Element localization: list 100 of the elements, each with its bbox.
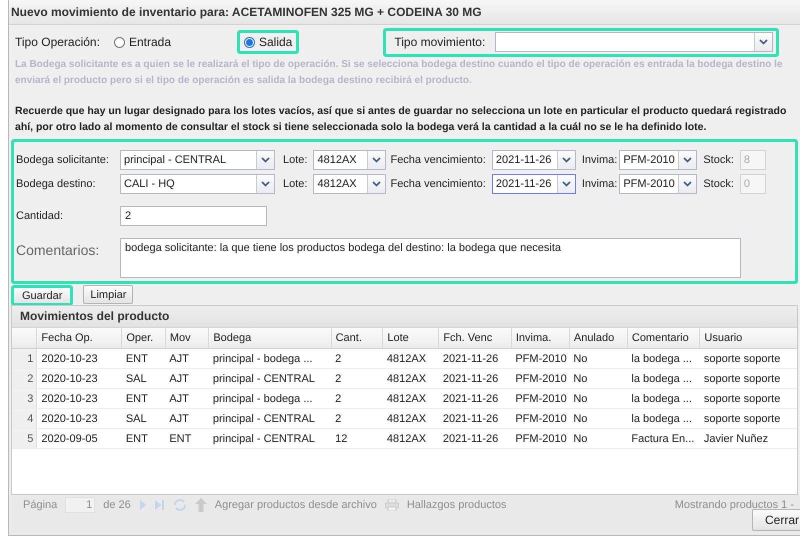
- dropdown-field[interactable]: 4812AX: [313, 174, 386, 194]
- chevron-down-icon: [683, 157, 692, 163]
- table-cell: Javier Nuñez: [700, 428, 797, 448]
- table-cell: 2: [331, 348, 383, 368]
- table-cell: AJT: [165, 408, 209, 428]
- table-cell: soporte soporte: [700, 408, 797, 428]
- table-cell: soporte soporte: [700, 388, 797, 408]
- dropdown-field[interactable]: 2021-11-26: [492, 174, 576, 194]
- row-number: 4: [12, 408, 37, 428]
- field-label: Bodega solicitante:: [16, 154, 110, 166]
- row-number: 2: [12, 368, 37, 388]
- chevron-down-icon: [562, 181, 571, 187]
- comments-field[interactable]: bodega solicitante: la que tiene los productos bodega del destino: la bodega que necesita: [120, 238, 741, 278]
- dropdown-field[interactable]: PFM-2010: [619, 150, 698, 170]
- field-label: Cantidad:: [16, 210, 64, 222]
- table-cell: principal - CENTRAL: [208, 408, 332, 428]
- table-cell: AJT: [165, 368, 209, 388]
- table-cell: SAL: [122, 368, 166, 388]
- table-cell: 4812AX: [382, 348, 439, 368]
- table-cell: principal - CENTRAL: [208, 428, 332, 448]
- table-cell: 2020-10-23: [36, 408, 122, 428]
- table-cell: PFM-2010: [511, 428, 570, 448]
- chevron-down-icon: [261, 181, 270, 187]
- save-button[interactable]: Guardar: [11, 285, 74, 306]
- table-cell: 2021-11-26: [438, 428, 512, 448]
- chevron-down-icon: [683, 181, 692, 187]
- chevron-down-icon: [759, 39, 768, 45]
- dropdown-field[interactable]: 4812AX: [313, 150, 386, 170]
- upload-arrow-icon[interactable]: [194, 498, 207, 512]
- column-header[interactable]: Comentario: [627, 328, 700, 348]
- page-total: de 26: [103, 499, 131, 511]
- table-cell: 4812AX: [382, 428, 439, 448]
- table-cell: 2020-10-23: [36, 348, 122, 368]
- field-label: Lote:: [282, 178, 308, 190]
- dropdown-field[interactable]: principal - CENTRAL: [120, 150, 275, 170]
- column-header[interactable]: Lote: [382, 328, 439, 348]
- field-label: Tipo Operación:: [14, 35, 101, 49]
- column-header[interactable]: Invima.: [511, 328, 570, 348]
- refresh-icon[interactable]: [172, 499, 187, 511]
- table-cell: 2: [331, 388, 383, 408]
- column-header[interactable]: Usuario: [700, 328, 797, 348]
- table-cell: 4812AX: [382, 368, 439, 388]
- table-cell: la bodega ...: [627, 368, 700, 388]
- table-cell: principal - bodega ...: [208, 348, 332, 368]
- table-cell: PFM-2010: [511, 348, 570, 368]
- table-cell: No: [569, 368, 628, 388]
- table-cell: 2021-11-26: [438, 368, 512, 388]
- column-header[interactable]: Bodega: [208, 328, 332, 348]
- clear-button[interactable]: Limpiar: [83, 285, 134, 304]
- field-label: Invima:: [580, 154, 618, 166]
- table-cell: la bodega ...: [627, 388, 700, 408]
- table-cell: AJT: [165, 388, 209, 408]
- dialog-title: Nuevo movimiento de inventario para: ACETAMINOFEN 325 MG + CODEINA 30 MG: [9, 0, 800, 25]
- table-cell: SAL: [122, 408, 166, 428]
- table-cell: principal - CENTRAL: [208, 368, 332, 388]
- table-cell: 2020-09-05: [36, 428, 122, 448]
- page-label: Página: [23, 499, 58, 511]
- radio-option[interactable]: Entrada: [107, 30, 237, 54]
- field-label: Invima:: [580, 178, 618, 190]
- column-header[interactable]: Anulado: [569, 328, 628, 348]
- table-cell: No: [569, 388, 628, 408]
- chevron-down-icon: [372, 181, 382, 187]
- table-cell: 2020-10-23: [36, 368, 122, 388]
- table-cell: No: [569, 348, 628, 368]
- dropdown-field[interactable]: 2021-11-26: [492, 150, 576, 170]
- quantity-field[interactable]: 2: [120, 206, 267, 226]
- table-cell: ENT: [122, 348, 166, 368]
- notice-text: Recuerde que hay un lugar designado para los lotes vacíos, así que si antes de guardar no selecciona un lote en particular el producto quedará registrado ahí, por otro lado al momento de consultar el stock si tiene seleccionada solo la bodega verá la cantidad a la cuál no se le ha definido lote.: [14, 104, 788, 135]
- status-text: Mostrando productos 1 -: [674, 499, 795, 511]
- row-number: 5: [12, 428, 37, 448]
- field-label: Stock:: [702, 178, 734, 190]
- column-header[interactable]: Oper.: [122, 328, 166, 348]
- column-header[interactable]: Mov: [165, 328, 209, 348]
- table-cell: soporte soporte: [700, 348, 797, 368]
- table-cell: 2021-11-26: [438, 388, 512, 408]
- table-cell: 2021-11-26: [438, 408, 512, 428]
- chevron-down-icon: [372, 157, 382, 163]
- dropdown-field[interactable]: [495, 32, 774, 52]
- dropdown-field[interactable]: CALI - HQ: [120, 174, 275, 194]
- next-icon[interactable]: [138, 500, 147, 510]
- table-cell: ENT: [122, 388, 166, 408]
- chevron-down-icon: [562, 157, 571, 163]
- close-button[interactable]: Cerrar: [752, 509, 800, 531]
- table-cell: la bodega ...: [627, 408, 700, 428]
- printer-icon[interactable]: [384, 499, 399, 511]
- row-number: 1: [12, 348, 37, 368]
- table-cell: principal - bodega ...: [208, 388, 332, 408]
- table-cell: 2: [331, 408, 383, 428]
- table-cell: 2: [331, 368, 383, 388]
- column-header[interactable]: Cant.: [331, 328, 383, 348]
- dropdown-field[interactable]: PFM-2010: [619, 174, 698, 194]
- last-icon[interactable]: [154, 500, 165, 510]
- field-label: Fecha vencimiento:: [389, 178, 487, 190]
- chevron-down-icon: [261, 157, 270, 163]
- table-cell: 2021-11-26: [438, 348, 512, 368]
- radio-option[interactable]: Salida: [237, 30, 300, 54]
- table-cell: ENT: [122, 428, 166, 448]
- field-label: Stock:: [702, 154, 734, 166]
- column-header[interactable]: Fecha Op.: [36, 328, 122, 348]
- column-header[interactable]: Fch. Venc: [438, 328, 512, 348]
